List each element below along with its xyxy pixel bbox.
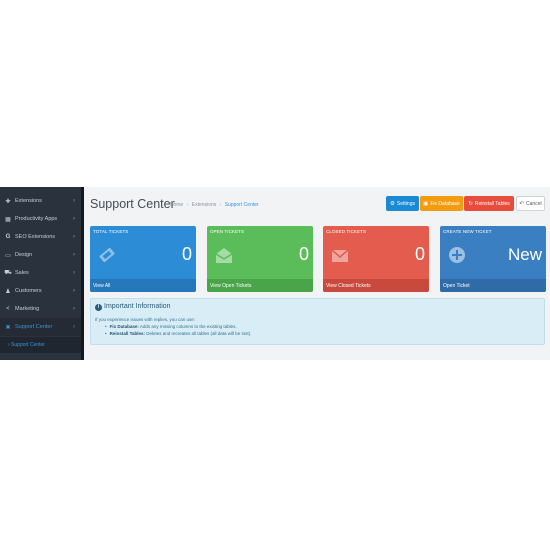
share-icon: < (6, 306, 10, 312)
view-open-tickets-link[interactable]: View Open Tickets (207, 279, 313, 292)
reply-icon: ↶ (519, 200, 525, 207)
closed-tickets-count: 0 (414, 244, 425, 264)
sidebar-subitem-support-center[interactable]: › Support Center (0, 337, 81, 353)
info-heading-text: Important Information (104, 303, 171, 310)
sidebar-item-customers[interactable]: ♟ Customers › (0, 282, 81, 300)
sidebar: ✚ Extensions › ▦ Productivity Apps › G S… (0, 187, 81, 360)
breadcrumb: Home › Extensions › Support Center (170, 202, 259, 208)
breadcrumb-separator: › (186, 202, 189, 208)
sidebar-item-productivity-apps[interactable]: ▦ Productivity Apps › (0, 210, 81, 228)
info-icon: i (95, 304, 102, 311)
info-list-item: • Reinstall Tables: Deletes and recreates… (105, 331, 251, 336)
cancel-button-label: Cancel (526, 200, 542, 207)
tile-label: OPEN TICKETS (210, 229, 245, 234)
user-icon: ♟ (5, 288, 11, 295)
database-icon: ▣ (423, 200, 429, 207)
bullet: • (105, 324, 107, 329)
info-heading: i Important Information (95, 303, 171, 311)
breadcrumb-separator: › (219, 202, 222, 208)
tile-label: CREATE NEW TICKET (443, 229, 492, 234)
sidebar-item-support-center[interactable]: ✖ Support Center › (0, 318, 81, 336)
breadcrumb-support-center[interactable]: Support Center (225, 202, 259, 208)
sidebar-item-label: Sales (15, 270, 29, 276)
breadcrumb-home[interactable]: Home (170, 202, 183, 208)
chevron-right-icon: › (73, 216, 75, 222)
chevron-right-icon: › (73, 270, 75, 276)
total-tickets-tile[interactable]: TOTAL TICKETS 0 View All (90, 226, 196, 292)
reinstall-tables-button[interactable]: ↻ Reinstall Tables (464, 196, 514, 211)
puzzle-icon: ✚ (5, 198, 11, 205)
info-intro: If you experience issues with replies, y… (95, 317, 196, 322)
gear-icon: ⚙ (389, 200, 395, 207)
ticket-icon (99, 247, 115, 263)
sidebar-item-label: Design (15, 252, 33, 258)
sidebar-item-extensions[interactable]: ✚ Extensions › (0, 192, 81, 210)
info-term: Reinstall Tables: (109, 331, 146, 336)
monitor-icon: ▭ (5, 252, 11, 259)
plus-circle-icon (449, 247, 465, 263)
sidebar-item-label: Marketing (15, 306, 40, 312)
info-term: Fix Database: (109, 324, 139, 329)
tile-label: TOTAL TICKETS (93, 229, 129, 234)
reinstall-tables-button-label: Reinstall Tables (474, 200, 510, 207)
chevron-right-icon: › (73, 306, 75, 312)
tile-label: CLOSED TICKETS (326, 229, 367, 234)
page-title: Support Center (90, 197, 175, 211)
sidebar-item-seo-extensions[interactable]: G SEO Extensions › (0, 228, 81, 246)
google-icon: G (5, 234, 11, 240)
info-desc: Deletes and recreates all tables (all da… (145, 331, 252, 336)
fix-database-button-label: Fix Database (430, 200, 460, 207)
open-ticket-link[interactable]: Open Ticket (440, 279, 546, 292)
fix-database-button[interactable]: ▣ Fix Database (420, 196, 463, 211)
sidebar-item-label: Support Center (15, 324, 53, 330)
main-content: Support Center Home › Extensions › Suppo… (84, 187, 550, 360)
chevron-right-icon: › (73, 324, 75, 330)
chevron-right-icon: › (73, 234, 75, 240)
chevron-right-icon: › (73, 198, 75, 204)
sidebar-item-marketing[interactable]: < Marketing › (0, 300, 81, 318)
sidebar-item-label: Customers (15, 288, 42, 294)
view-all-link[interactable]: View All (90, 279, 196, 292)
info-desc: Adds any missing columns to the existing… (138, 324, 237, 329)
app-window: ✚ Extensions › ▦ Productivity Apps › G S… (0, 187, 550, 360)
view-closed-tickets-link[interactable]: View Closed Tickets (323, 279, 429, 292)
settings-button-label: Settings (396, 200, 415, 207)
envelope-icon (331, 249, 349, 262)
sidebar-item-label: Productivity Apps (15, 216, 58, 222)
create-ticket-tile[interactable]: CREATE NEW TICKET New Open Ticket (440, 226, 546, 292)
cancel-button[interactable]: ↶ Cancel (516, 196, 545, 211)
open-tickets-tile[interactable]: OPEN TICKETS 0 View Open Tickets (207, 226, 313, 292)
total-tickets-count: 0 (181, 244, 192, 264)
info-list-item: • Fix Database: Adds any missing columns … (105, 324, 237, 329)
create-ticket-text: New (507, 245, 542, 264)
sidebar-item-label: SEO Extensions (15, 234, 56, 240)
cart-icon: ⛟ (4, 270, 12, 276)
settings-button[interactable]: ⚙ Settings (386, 196, 419, 211)
sidebar-item-design[interactable]: ▭ Design › (0, 246, 81, 264)
chevron-right-icon: › (73, 252, 75, 258)
sidebar-item-sales[interactable]: ⛟ Sales › (0, 264, 81, 282)
closed-tickets-tile[interactable]: CLOSED TICKETS 0 View Closed Tickets (323, 226, 429, 292)
envelope-open-icon (215, 248, 233, 263)
refresh-icon: ↻ (468, 200, 473, 207)
support-icon: ✖ (5, 324, 11, 331)
breadcrumb-extensions[interactable]: Extensions (192, 202, 216, 208)
chevron-right-icon: › (73, 288, 75, 294)
bullet: • (105, 331, 107, 336)
open-tickets-count: 0 (298, 244, 309, 264)
grid-icon: ▦ (5, 216, 11, 223)
sidebar-item-label: Extensions (15, 198, 42, 204)
important-information-panel: i Important Information If you experience… (90, 298, 545, 345)
